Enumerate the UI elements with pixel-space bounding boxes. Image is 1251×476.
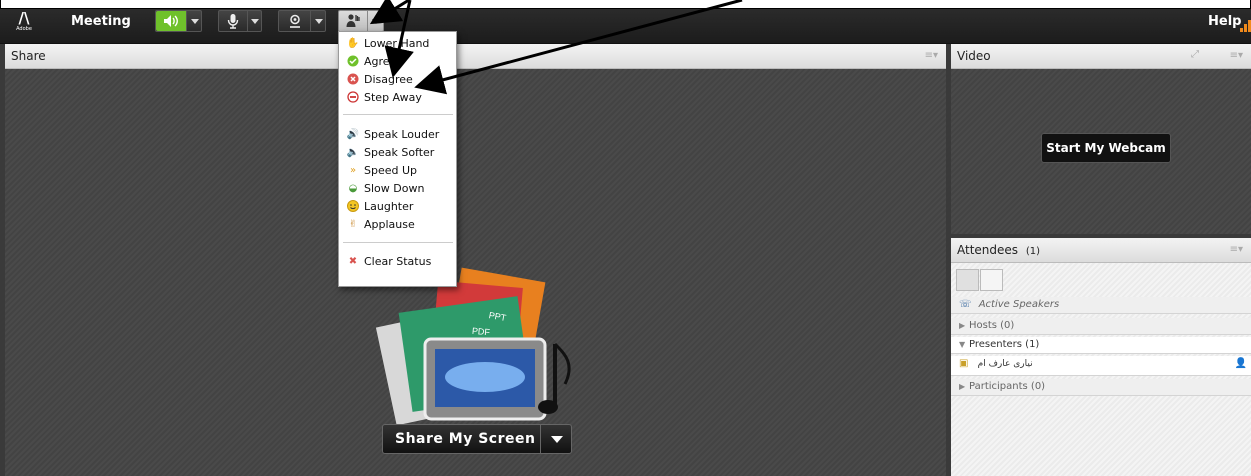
menu-item-agree[interactable]: Agree bbox=[339, 52, 456, 70]
pdf-label: PDF bbox=[472, 326, 491, 338]
status-dropdown-menu: ✋ Lower Hand Agree Disagree Step Away 🔊 Sp… bbox=[338, 31, 457, 287]
webcam-dropdown[interactable] bbox=[310, 11, 326, 31]
presenter-name: نیاری عارف ام bbox=[977, 359, 1033, 369]
menu-item-label: Speak Softer bbox=[364, 145, 435, 159]
speaker-icon[interactable] bbox=[156, 11, 186, 31]
clap-icon: ✌ bbox=[348, 218, 358, 230]
speaker-dropdown[interactable] bbox=[186, 11, 202, 31]
presenter-row[interactable]: ▣ نیاری عارف ام 👤 bbox=[951, 356, 1251, 376]
menu-item-label: Lower Hand bbox=[364, 36, 430, 50]
attendee-view-toggle bbox=[956, 269, 1006, 291]
adobe-a-icon: /\ bbox=[18, 9, 30, 27]
menu-item-label: Disagree bbox=[364, 72, 413, 86]
speaker-button[interactable] bbox=[155, 10, 202, 32]
menu-item-label: Applause bbox=[364, 217, 415, 231]
speaker-loud-icon: 🔊 bbox=[346, 128, 360, 140]
minus-circle-icon bbox=[347, 91, 359, 103]
video-pod-options-icon[interactable]: ≡▾ bbox=[1230, 50, 1243, 61]
menu-item-applause[interactable]: ✌ Applause bbox=[339, 215, 456, 233]
microphone-button[interactable] bbox=[218, 10, 262, 32]
menu-item-slow-down[interactable]: ◒ Slow Down bbox=[339, 179, 456, 197]
adobe-logo: /\ Adobe bbox=[11, 10, 37, 36]
share-my-screen-button[interactable]: Share My Screen bbox=[382, 424, 572, 454]
menu-item-step-away[interactable]: Step Away bbox=[339, 88, 456, 106]
active-speakers-row: ☏ Active Speakers bbox=[951, 297, 1251, 314]
attendees-options-icon[interactable]: ≡▾ bbox=[1230, 244, 1243, 255]
microphone-icon[interactable] bbox=[219, 11, 247, 31]
menu-item-speed-up[interactable]: » Speed Up bbox=[339, 161, 456, 179]
menu-item-speak-louder[interactable]: 🔊 Speak Louder bbox=[339, 125, 456, 143]
share-pod: Share ≡▾ PPT PDF Share My Screen bbox=[5, 44, 946, 476]
menu-item-label: Slow Down bbox=[364, 181, 425, 195]
video-pod-header: Video ⤢ ≡▾ bbox=[951, 44, 1251, 69]
check-circle-icon bbox=[347, 55, 359, 67]
attendees-title: Attendees bbox=[957, 243, 1019, 257]
meeting-menu[interactable]: Meeting bbox=[71, 14, 131, 29]
expanded-arrow-icon: ▼ bbox=[959, 340, 966, 349]
status-button[interactable] bbox=[338, 10, 384, 32]
share-my-screen-label: Share My Screen bbox=[395, 431, 536, 447]
menu-item-label: Speak Louder bbox=[364, 127, 440, 141]
menu-item-label: Step Away bbox=[364, 90, 422, 104]
clear-x-icon: ✖ bbox=[348, 255, 358, 267]
menu-item-laughter[interactable]: Laughter bbox=[339, 197, 456, 215]
rabbit-icon: » bbox=[349, 164, 357, 176]
raise-hand-status-icon[interactable] bbox=[339, 11, 367, 31]
menu-separator bbox=[343, 242, 453, 243]
menu-item-disagree[interactable]: Disagree bbox=[339, 70, 456, 88]
menu-separator bbox=[343, 114, 453, 115]
menu-item-label: Agree bbox=[364, 54, 397, 68]
status-dropdown[interactable] bbox=[367, 11, 384, 31]
share-options-dropdown[interactable] bbox=[540, 425, 572, 453]
menu-item-clear-status[interactable]: ✖ Clear Status bbox=[339, 252, 456, 270]
microphone-dropdown[interactable] bbox=[247, 11, 262, 31]
participants-label: Participants (0) bbox=[969, 381, 1046, 392]
menu-item-speak-softer[interactable]: 🔈 Speak Softer bbox=[339, 143, 456, 161]
attendees-pod: Attendees (1) ≡▾ ☏ Active Speakers ▶ Host… bbox=[951, 238, 1251, 476]
video-pod: Video ⤢ ≡▾ Start My Webcam bbox=[951, 44, 1251, 234]
x-circle-icon bbox=[347, 73, 359, 85]
start-my-webcam-button[interactable]: Start My Webcam bbox=[1041, 133, 1171, 163]
active-speakers-label: Active Speakers bbox=[978, 299, 1060, 310]
hosts-group[interactable]: ▶ Hosts (0) bbox=[951, 318, 1251, 335]
app-window: { "topbar": { "logo_text": "Adobe", "mee… bbox=[0, 0, 1251, 476]
attendees-pod-header: Attendees (1) ≡▾ bbox=[951, 238, 1251, 263]
list-view-icon[interactable] bbox=[956, 269, 979, 291]
chevron-down-icon bbox=[550, 435, 563, 443]
hosts-label: Hosts (0) bbox=[969, 320, 1015, 331]
participants-group[interactable]: ▶ Participants (0) bbox=[951, 379, 1251, 396]
adobe-logo-text: Adobe bbox=[16, 26, 32, 32]
user-status-icon: 👤 bbox=[1234, 358, 1247, 369]
smiley-icon bbox=[347, 200, 359, 212]
share-pod-title: Share bbox=[11, 49, 46, 63]
presenter-badge-icon: ▣ bbox=[959, 358, 969, 369]
video-pod-title: Video bbox=[957, 49, 991, 63]
fullscreen-icon[interactable]: ⤢ bbox=[1191, 49, 1199, 60]
attendee-view-icon[interactable] bbox=[980, 269, 1003, 291]
menu-item-lower-hand[interactable]: ✋ Lower Hand bbox=[339, 34, 456, 52]
webcam-button[interactable] bbox=[278, 10, 326, 32]
music-note-icon bbox=[538, 400, 558, 414]
turtle-icon: ◒ bbox=[348, 182, 358, 194]
attendees-count: (1) bbox=[1025, 246, 1041, 257]
speaker-soft-icon: 🔈 bbox=[346, 146, 360, 158]
share-pod-header: Share ≡▾ bbox=[5, 44, 946, 69]
presenters-label: Presenters (1) bbox=[969, 339, 1040, 350]
collapsed-arrow-icon: ▶ bbox=[959, 321, 966, 330]
menu-item-label: Laughter bbox=[364, 199, 414, 213]
pod-options-icon[interactable]: ≡▾ bbox=[925, 50, 938, 61]
webcam-icon[interactable] bbox=[279, 11, 310, 31]
collapsed-arrow-icon: ▶ bbox=[959, 382, 966, 391]
hand-icon: ✋ bbox=[346, 37, 360, 49]
menu-item-label: Speed Up bbox=[364, 163, 418, 177]
connection-signal-icon bbox=[1240, 18, 1251, 32]
help-menu[interactable]: Help bbox=[1208, 14, 1241, 29]
presenters-group[interactable]: ▼ Presenters (1) bbox=[951, 337, 1251, 354]
annotation-box bbox=[0, 0, 1251, 9]
phone-icon: ☏ bbox=[959, 299, 972, 310]
menu-item-label: Clear Status bbox=[364, 254, 432, 268]
